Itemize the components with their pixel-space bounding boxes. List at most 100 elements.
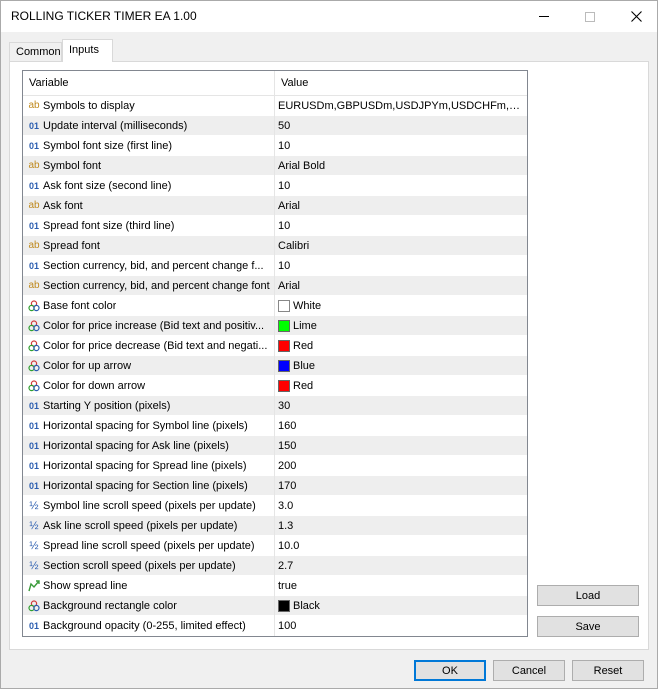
variable-label: Ask font [43, 200, 83, 212]
value-column-header[interactable]: Value [275, 71, 527, 96]
ok-button[interactable]: OK [414, 660, 486, 681]
reset-button[interactable]: Reset [572, 660, 644, 681]
table-row[interactable]: 01 Ask font size (second line) 10 [23, 176, 527, 196]
double-type-icon: ½ [29, 540, 39, 552]
value-cell[interactable]: Arial Bold [275, 156, 527, 176]
variable-cell: 01 Update interval (milliseconds) [23, 116, 275, 136]
variable-label: Color for price decrease (Bid text and n… [43, 340, 268, 352]
value-cell[interactable]: 170 [275, 476, 527, 496]
color-swatch [278, 340, 290, 352]
table-row[interactable]: 01 Symbol font size (first line) 10 [23, 136, 527, 156]
variable-label: Symbol font size (first line) [43, 140, 172, 152]
value-cell[interactable]: Lime [275, 316, 527, 336]
variable-label: Horizontal spacing for Symbol line (pixe… [43, 420, 248, 432]
integer-type-icon: 01 [28, 481, 39, 491]
table-row[interactable]: Show spread line true [23, 576, 527, 596]
color-type-icon [27, 600, 41, 612]
value-cell[interactable]: 200 [275, 456, 527, 476]
value-cell[interactable]: Arial [275, 276, 527, 296]
table-row[interactable]: Color for price decrease (Bid text and n… [23, 336, 527, 356]
table-row[interactable]: 01 Update interval (milliseconds) 50 [23, 116, 527, 136]
variable-cell: ab Ask font [23, 196, 275, 216]
value-text: Calibri [278, 240, 310, 252]
value-cell[interactable]: EURUSDm,GBPUSDm,USDJPYm,USDCHFm,AUDU... [275, 96, 527, 116]
value-cell[interactable]: 160 [275, 416, 527, 436]
table-row[interactable]: 01 Horizontal spacing for Ask line (pixel… [23, 436, 527, 456]
table-row[interactable]: ½ Symbol line scroll speed (pixels per up… [23, 496, 527, 516]
variable-label: Ask line scroll speed (pixels per update… [43, 520, 238, 532]
table-row[interactable]: ½ Ask line scroll speed (pixels per updat… [23, 516, 527, 536]
value-cell[interactable]: 150 [275, 436, 527, 456]
maximize-button[interactable] [567, 1, 613, 32]
value-cell[interactable]: 50 [275, 116, 527, 136]
variable-cell: ab Section currency, bid, and percent cha… [23, 276, 275, 296]
table-row[interactable]: Color for up arrow Blue [23, 356, 527, 376]
table-row[interactable]: 01 Background opacity (0-255, limited eff… [23, 616, 527, 636]
value-cell[interactable]: 30 [275, 396, 527, 416]
table-row[interactable]: 01 Starting Y position (pixels) 30 [23, 396, 527, 416]
variable-cell: 01 Background opacity (0-255, limited eff… [23, 616, 275, 636]
variable-label: Spread font [43, 240, 100, 252]
table-row[interactable]: Background rectangle color Black [23, 596, 527, 616]
inputs-panel: Variable Value ab Symbols to display EURUS… [9, 61, 649, 650]
string-type-icon: ab [28, 240, 40, 251]
variable-column-header[interactable]: Variable [23, 71, 275, 96]
string-type-icon: ab [28, 200, 40, 211]
value-cell[interactable]: 10.0 [275, 536, 527, 556]
value-text: White [293, 300, 322, 312]
cancel-button[interactable]: Cancel [493, 660, 565, 681]
value-cell[interactable]: 100 [275, 616, 527, 636]
value-cell[interactable]: true [275, 576, 527, 596]
variable-cell: 01 Horizontal spacing for Section line (p… [23, 476, 275, 496]
string-type-icon: ab [28, 100, 40, 111]
table-row[interactable]: ab Symbol font Arial Bold [23, 156, 527, 176]
table-row[interactable]: Color for price increase (Bid text and p… [23, 316, 527, 336]
value-cell[interactable]: White [275, 296, 527, 316]
tab-inputs[interactable]: Inputs [62, 39, 113, 62]
value-cell[interactable]: Red [275, 376, 527, 396]
color-swatch [278, 320, 290, 332]
table-row[interactable]: 01 Horizontal spacing for Spread line (pi… [23, 456, 527, 476]
variable-label: Background opacity (0-255, limited effec… [43, 620, 246, 632]
table-row[interactable]: ab Section currency, bid, and percent cha… [23, 276, 527, 296]
table-row[interactable]: Color for down arrow Red [23, 376, 527, 396]
table-row[interactable]: ab Ask font Arial [23, 196, 527, 216]
value-cell[interactable]: 10 [275, 176, 527, 196]
table-row[interactable]: ½ Spread line scroll speed (pixels per up… [23, 536, 527, 556]
value-cell[interactable]: Black [275, 596, 527, 616]
title-bar: ROLLING TICKER TIMER EA 1.00 [1, 1, 657, 32]
value-cell[interactable]: 10 [275, 136, 527, 156]
integer-type-icon: 01 [28, 621, 39, 631]
tab-common[interactable]: Common [9, 42, 62, 61]
save-button[interactable]: Save [537, 616, 639, 637]
value-cell[interactable]: Arial [275, 196, 527, 216]
integer-type-icon: 01 [28, 181, 39, 191]
table-row[interactable]: ½ Section scroll speed (pixels per update… [23, 556, 527, 576]
value-cell[interactable]: Red [275, 336, 527, 356]
table-row[interactable]: 01 Section currency, bid, and percent cha… [23, 256, 527, 276]
load-button[interactable]: Load [537, 585, 639, 606]
table-row[interactable]: 01 Horizontal spacing for Symbol line (pi… [23, 416, 527, 436]
value-cell[interactable]: 10 [275, 256, 527, 276]
table-row[interactable]: 01 Spread font size (third line) 10 [23, 216, 527, 236]
value-cell[interactable]: 3.0 [275, 496, 527, 516]
value-cell[interactable]: Blue [275, 356, 527, 376]
variable-cell: 01 Horizontal spacing for Ask line (pixel… [23, 436, 275, 456]
table-row[interactable]: 01 Horizontal spacing for Section line (p… [23, 476, 527, 496]
table-row[interactable]: ab Spread font Calibri [23, 236, 527, 256]
close-button[interactable] [613, 1, 658, 32]
table-row[interactable]: Base font color White [23, 296, 527, 316]
variable-label: Symbol font [43, 160, 102, 172]
value-text: 160 [278, 420, 297, 432]
double-type-icon: ½ [29, 560, 39, 572]
minimize-button[interactable] [521, 1, 567, 32]
value-cell[interactable]: Calibri [275, 236, 527, 256]
value-cell[interactable]: 2.7 [275, 556, 527, 576]
value-cell[interactable]: 1.3 [275, 516, 527, 536]
integer-type-icon: 01 [28, 141, 39, 151]
variable-label: Ask font size (second line) [43, 180, 172, 192]
table-row[interactable]: ab Symbols to display EURUSDm,GBPUSDm,USDJ… [23, 96, 527, 116]
value-cell[interactable]: 10 [275, 216, 527, 236]
variable-label: Section scroll speed (pixels per update) [43, 560, 236, 572]
double-type-icon: ½ [29, 500, 39, 512]
